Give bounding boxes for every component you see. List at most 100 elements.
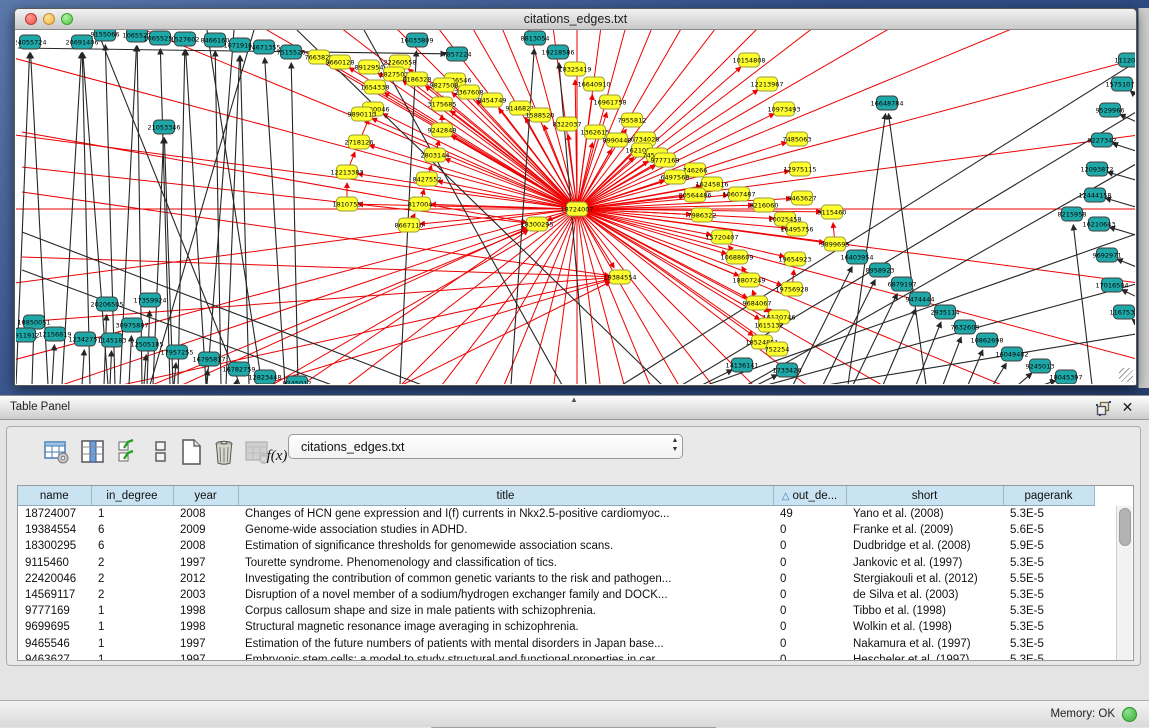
graph-node[interactable]: 9463627 (788, 191, 817, 205)
graph-node[interactable]: 10973493 (767, 102, 800, 116)
graph-node[interactable]: 9227342 (1088, 133, 1117, 147)
cell-title[interactable]: Corpus callosum shape and size in male p… (238, 603, 773, 619)
graph-node[interactable]: 9660128 (326, 55, 355, 69)
table-row[interactable]: 1456911722003Disruption of a novel membe… (18, 587, 1094, 603)
cell-in-degree[interactable]: 6 (91, 522, 173, 538)
cell-in-degree[interactable]: 1 (91, 652, 173, 661)
graph-node[interactable]: 19756928 (775, 282, 808, 296)
graph-node[interactable]: 1167533 (1110, 305, 1135, 319)
column-header-title[interactable]: title (238, 486, 773, 506)
graph-node[interactable]: 1810755 (333, 197, 362, 211)
column-header-year[interactable]: year (173, 486, 238, 506)
graph-node[interactable]: 18325419 (558, 62, 591, 76)
column-header-name[interactable]: name (18, 486, 91, 506)
cell-title[interactable]: Estimation of the future numbers of pati… (238, 636, 773, 652)
table-panel-titlebar[interactable]: ▲ Table Panel ✕ (0, 395, 1149, 420)
cell-pagerank[interactable]: 5.9E-5 (1003, 538, 1094, 554)
column-header-in-degree[interactable]: in_degree (91, 486, 173, 506)
window-titlebar[interactable]: citations_edges.txt (15, 9, 1136, 30)
graph-node[interactable]: 12505185 (130, 337, 163, 351)
graph-node[interactable]: 9777169 (651, 153, 680, 167)
cell-name[interactable]: 18300295 (18, 538, 91, 554)
network-view-window[interactable]: citations_edges.txt 24055724206914069155… (14, 8, 1137, 386)
cell-name[interactable]: 19384554 (18, 522, 91, 538)
edit-columns-button[interactable] (79, 437, 107, 467)
cell-short[interactable]: Wolkin et al. (1998) (846, 619, 1003, 635)
cell-title[interactable]: Tourette syndrome. Phenomenology and cla… (238, 555, 773, 571)
graph-node[interactable]: 8322037 (553, 117, 582, 131)
cell-pagerank[interactable]: 5.3E-5 (1003, 636, 1094, 652)
table-row[interactable]: 969969511998Structural magnetic resonanc… (18, 619, 1094, 635)
table-row[interactable]: 1830029562008Estimation of significance … (18, 538, 1094, 554)
cell-name[interactable]: 9777169 (18, 603, 91, 619)
graph-node[interactable]: 8216060 (750, 198, 779, 212)
cell-out-de-[interactable]: 0 (773, 652, 846, 661)
graph-node[interactable]: 17957255 (160, 345, 193, 359)
cell-title[interactable]: Structural magnetic resonance image aver… (238, 619, 773, 635)
graph-node[interactable]: 15751074 (1105, 77, 1135, 91)
cell-out-de-[interactable]: 49 (773, 506, 846, 523)
graph-node[interactable]: 9692971 (1093, 248, 1122, 262)
table-row[interactable]: 911546021997Tourette syndrome. Phenomeno… (18, 555, 1094, 571)
cell-short[interactable]: Franke et al. (2009) (846, 522, 1003, 538)
cell-title[interactable]: Embryonic stem cells: a model to study s… (238, 652, 773, 661)
graph-node[interactable]: 817004 (408, 197, 433, 211)
cell-title[interactable]: Disruption of a novel member of a sodium… (238, 587, 773, 603)
cell-in-degree[interactable]: 1 (91, 603, 173, 619)
graph-node[interactable]: 14136141 (725, 358, 758, 372)
cell-year[interactable]: 2003 (173, 587, 238, 603)
graph-node[interactable]: 10154808 (732, 53, 765, 67)
graph-node[interactable]: 9890113 (348, 107, 377, 121)
cell-pagerank[interactable]: 5.5E-5 (1003, 571, 1094, 587)
cell-out-de-[interactable]: 0 (773, 538, 846, 554)
cell-pagerank[interactable]: 5.3E-5 (1003, 587, 1094, 603)
cell-year[interactable]: 1997 (173, 636, 238, 652)
graph-node[interactable]: 9245013 (1026, 359, 1055, 373)
cell-year[interactable]: 1998 (173, 603, 238, 619)
graph-node[interactable]: 16049482 (995, 347, 1028, 361)
graph-node[interactable]: 752254 (765, 342, 790, 356)
graph-node[interactable]: 9899695 (821, 237, 850, 251)
cell-year[interactable]: 2009 (173, 522, 238, 538)
cell-out-de-[interactable]: 0 (773, 603, 846, 619)
graph-node[interactable]: 17016504 (1095, 278, 1128, 292)
graph-node[interactable]: 19218586 (541, 45, 574, 59)
cell-name[interactable]: 9463627 (18, 652, 91, 661)
graph-node[interactable]: 16210643 (1082, 217, 1115, 231)
graph-node[interactable]: 15720407 (705, 230, 738, 244)
cell-pagerank[interactable]: 5.3E-5 (1003, 555, 1094, 571)
cell-in-degree[interactable]: 2 (91, 587, 173, 603)
cell-title[interactable]: Investigating the contribution of common… (238, 571, 773, 587)
graph-node[interactable]: 16403954 (840, 250, 873, 264)
float-panel-icon[interactable] (1096, 401, 1111, 416)
graph-node[interactable]: 9155066 (91, 30, 120, 41)
cell-out-de-[interactable]: 0 (773, 522, 846, 538)
memory-ok-icon[interactable] (1122, 707, 1137, 722)
graph-node[interactable]: 17359924 (133, 293, 166, 307)
graph-node[interactable]: 9684067 (743, 296, 772, 310)
graph-node[interactable]: 21053346 (147, 120, 180, 134)
graph-node[interactable]: 12444158 (1078, 188, 1111, 202)
cell-name[interactable]: 22420046 (18, 571, 91, 587)
cell-short[interactable]: Tibbo et al. (1998) (846, 603, 1003, 619)
merge-tables-button[interactable] (147, 437, 175, 467)
graph-node[interactable]: 6879197 (888, 277, 917, 291)
network-canvas[interactable]: 2405572420691406915506610655271065525715… (16, 30, 1135, 384)
cell-pagerank[interactable]: 5.3E-5 (1003, 619, 1094, 635)
graph-node[interactable]: 18850051 (17, 315, 50, 329)
delete-rows-button[interactable] (210, 437, 238, 467)
graph-node[interactable]: 7955812 (618, 113, 647, 127)
graph-node[interactable]: 24055724 (16, 35, 47, 49)
graph-node[interactable]: 12156819 (38, 327, 71, 341)
cell-title[interactable]: Estimation of significance thresholds fo… (238, 538, 773, 554)
cell-out-de-[interactable]: 0 (773, 571, 846, 587)
cell-out-de-[interactable]: 0 (773, 587, 846, 603)
graph-node[interactable]: 18045397 (1049, 370, 1082, 384)
graph-node[interactable]: 8813054 (521, 31, 550, 45)
cell-year[interactable]: 1998 (173, 619, 238, 635)
graph-node[interactable]: 12975115 (783, 162, 816, 176)
cell-name[interactable]: 9115460 (18, 555, 91, 571)
window-resize-grip[interactable] (1119, 368, 1133, 382)
graph-node[interactable]: 1112069 (1115, 53, 1135, 67)
graph-node[interactable]: 7485063 (783, 132, 812, 146)
